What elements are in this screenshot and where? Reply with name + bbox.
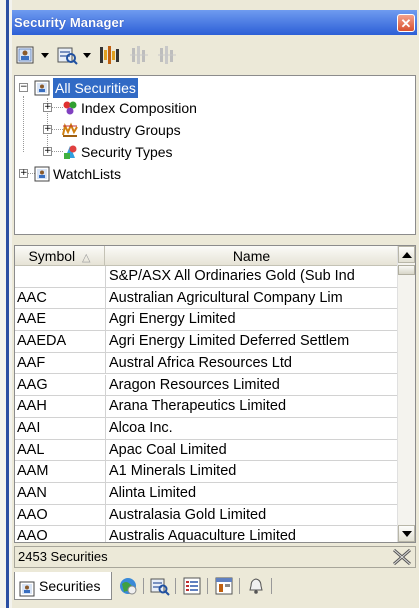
table-row[interactable]: AAH Arana Therapeutics Limited: [15, 396, 399, 418]
expand-toggle[interactable]: +: [43, 125, 52, 134]
column-header-label: Name: [232, 248, 271, 264]
cell-name: A1 Minerals Limited: [109, 463, 237, 480]
security-manager-panel: Security Manager ✕ − All Securities + In…: [12, 0, 419, 608]
securities-icon: [19, 578, 35, 597]
securities-grid: Symbol △ Name S&P/ASX All Ordinaries Gol…: [14, 245, 416, 543]
cell-name: Aragon Resources Limited: [109, 376, 280, 393]
table-row[interactable]: AAE Agri Energy Limited: [15, 309, 399, 332]
tree-node-security-types[interactable]: + Security Types: [15, 142, 315, 162]
tab-label: Securities: [39, 578, 101, 594]
globe-icon[interactable]: [118, 576, 138, 604]
cell-name: Alinta Limited: [109, 485, 197, 501]
chevron-down-icon[interactable]: [38, 44, 50, 66]
cell-symbol: AAO: [17, 506, 48, 523]
chevron-down-icon[interactable]: [80, 44, 92, 66]
tree-node-watchlists[interactable]: + WatchLists: [15, 164, 215, 184]
column-header-name[interactable]: Name: [105, 246, 399, 266]
watchlists-icon: [34, 166, 50, 182]
table-row[interactable]: AAO Australasia Gold Limited: [15, 504, 399, 527]
window-title: Security Manager: [14, 15, 124, 30]
table-row[interactable]: AAI Alcoa Inc.: [15, 417, 399, 440]
tree-node-label: WatchLists: [53, 166, 121, 182]
table-row[interactable]: AAC Australian Agricultural Company Lim: [15, 287, 399, 310]
table-row[interactable]: AAN Alinta Limited: [15, 483, 399, 505]
cell-symbol: AAF: [17, 354, 46, 371]
cell-symbol: AAI: [17, 419, 41, 436]
cell-symbol: AAC: [17, 289, 47, 306]
vertical-scrollbar[interactable]: [397, 246, 415, 542]
cell-symbol: AAO: [17, 528, 48, 543]
expand-toggle[interactable]: +: [43, 147, 52, 156]
cell-symbol: AAN: [17, 485, 47, 501]
title-bar[interactable]: Security Manager ✕: [12, 10, 417, 35]
expand-toggle[interactable]: +: [43, 103, 52, 112]
cell-symbol: AAH: [17, 398, 47, 415]
cell-symbol: AAG: [17, 376, 48, 393]
securities-count: 2453 Securities: [18, 549, 108, 564]
table-row[interactable]: AAM A1 Minerals Limited: [15, 461, 399, 483]
tree-node-label: Index Composition: [81, 100, 197, 116]
securities-icon[interactable]: [14, 44, 36, 66]
scroll-up-button[interactable]: [398, 246, 415, 263]
cell-symbol: AAEDA: [17, 333, 67, 350]
alert-bell-icon[interactable]: [246, 576, 266, 604]
table-row[interactable]: AAEDA Agri Energy Limited Deferred Settle…: [15, 331, 399, 353]
cell-name: Australian Agricultural Company Lim: [109, 289, 343, 306]
cell-name: Alcoa Inc.: [109, 419, 173, 436]
cell-name: Apac Coal Limited: [109, 441, 227, 458]
table-row[interactable]: S&P/ASX All Ordinaries Gold (Sub Ind: [15, 266, 399, 288]
tree-node-index-composition[interactable]: + Index Composition: [15, 98, 315, 118]
cell-name: Agri Energy Limited Deferred Settlem: [109, 333, 350, 350]
tree-node-label: All Securities: [53, 78, 138, 98]
list-icon[interactable]: [182, 576, 202, 604]
securities-icon: [34, 80, 50, 96]
cell-name: Austral Africa Resources Ltd: [109, 354, 292, 371]
scroll-thumb[interactable]: [398, 265, 415, 275]
industry-groups-icon: [62, 122, 78, 138]
cell-name: Australis Aquaculture Limited: [109, 528, 296, 543]
index-composition-icon: [62, 100, 78, 116]
security-types-icon: [62, 144, 78, 160]
security-tree: − All Securities + Index Composition + I…: [14, 75, 416, 235]
toolbar: [14, 36, 416, 74]
browse-icon[interactable]: [150, 576, 170, 604]
cell-name: Arana Therapeutics Limited: [109, 398, 287, 415]
cell-symbol: AAM: [17, 463, 49, 480]
bottom-tab-bar: Securities: [14, 572, 416, 602]
window-icon[interactable]: [214, 576, 234, 604]
cell-name: S&P/ASX All Ordinaries Gold (Sub Ind: [109, 268, 355, 284]
chart-disabled-icon[interactable]: [156, 44, 178, 66]
chart-disabled-icon[interactable]: [128, 44, 150, 66]
application-frame: Security Manager ✕ − All Securities + In…: [0, 0, 419, 608]
cell-symbol: [17, 266, 103, 287]
column-header-label: Symbol: [28, 248, 76, 264]
table-row[interactable]: AAL Apac Coal Limited: [15, 439, 399, 462]
chart-icon[interactable]: [98, 44, 120, 66]
tree-node-all-securities[interactable]: − All Securities: [15, 78, 215, 98]
browse-icon[interactable]: [56, 44, 78, 66]
table-row[interactable]: AAO Australis Aquaculture Limited: [15, 526, 399, 543]
collapse-toggle[interactable]: −: [19, 83, 28, 92]
cell-symbol: AAL: [17, 441, 45, 458]
tree-node-industry-groups[interactable]: + Industry Groups: [15, 120, 315, 140]
cell-name: Agri Energy Limited: [109, 311, 236, 328]
tree-node-label: Security Types: [81, 144, 173, 160]
clear-filter-icon[interactable]: [391, 548, 413, 566]
sort-ascending-icon: △: [82, 252, 91, 264]
table-row[interactable]: AAG Aragon Resources Limited: [15, 374, 399, 397]
cell-name: Australasia Gold Limited: [109, 506, 267, 523]
close-button[interactable]: ✕: [397, 14, 415, 32]
tree-node-label: Industry Groups: [81, 122, 181, 138]
cell-symbol: AAE: [17, 311, 47, 328]
scroll-down-button[interactable]: [398, 525, 415, 542]
column-header-symbol[interactable]: Symbol △: [15, 246, 105, 266]
expand-toggle[interactable]: +: [19, 169, 28, 178]
table-row[interactable]: AAF Austral Africa Resources Ltd: [15, 352, 399, 375]
status-bar: 2453 Securities: [14, 546, 416, 568]
tab-securities[interactable]: Securities: [14, 572, 112, 600]
